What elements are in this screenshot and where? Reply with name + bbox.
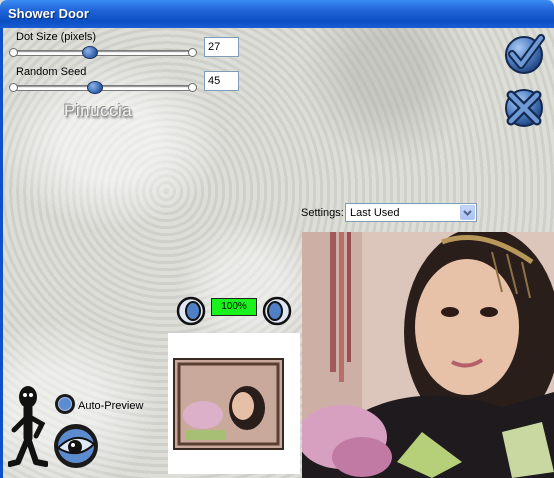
zoom-in-icon xyxy=(262,296,292,326)
portrait-illustration xyxy=(302,232,554,478)
auto-preview-label: Auto-Preview xyxy=(78,400,144,412)
navigator-thumbnail[interactable] xyxy=(173,358,284,450)
settings-dropdown-button[interactable] xyxy=(460,205,475,220)
zoom-out-button[interactable] xyxy=(176,296,206,326)
dot-size-track-start xyxy=(9,48,18,57)
window-title: Shower Door xyxy=(8,6,89,21)
settings-label: Settings: xyxy=(301,207,344,219)
mascot-figure xyxy=(8,386,48,467)
zoom-level-indicator: 100% xyxy=(211,298,257,316)
thumbnail-illustration xyxy=(175,360,282,448)
window-left-border xyxy=(0,28,3,478)
dot-size-label: Dot Size (pixels) xyxy=(16,31,97,43)
dot-size-knob[interactable] xyxy=(82,46,98,59)
settings-selected-value: Last Used xyxy=(350,207,400,219)
random-seed-track-start xyxy=(9,83,18,92)
random-seed-knob[interactable] xyxy=(87,81,103,94)
auto-preview-toggle[interactable] xyxy=(53,392,77,416)
random-seed-input[interactable]: 45 xyxy=(204,71,239,91)
dot-size-track[interactable] xyxy=(14,50,194,56)
stick-figure-icon xyxy=(8,386,48,467)
random-seed-track-end xyxy=(188,83,197,92)
random-seed-track[interactable] xyxy=(14,85,194,91)
dot-size-track-end xyxy=(188,48,197,57)
zoom-in-button[interactable] xyxy=(262,296,292,326)
random-seed-label: Random Seed xyxy=(16,66,87,78)
zoom-out-icon xyxy=(176,296,206,326)
cancel-button[interactable] xyxy=(503,87,545,129)
shower-door-dialog: Shower Door Dot Size (pixels) 27 Random … xyxy=(0,0,554,478)
chevron-down-icon xyxy=(463,210,472,216)
watermark-text: Pinuccia xyxy=(64,101,133,120)
dot-size-input[interactable]: 27 xyxy=(204,37,239,57)
ok-button[interactable] xyxy=(503,34,545,76)
title-bar: Shower Door xyxy=(0,0,554,28)
preview-image[interactable] xyxy=(302,232,554,478)
settings-dropdown[interactable]: Last Used xyxy=(345,203,477,222)
preview-button[interactable] xyxy=(52,420,100,470)
eye-icon xyxy=(54,424,98,468)
radio-icon xyxy=(55,394,75,414)
